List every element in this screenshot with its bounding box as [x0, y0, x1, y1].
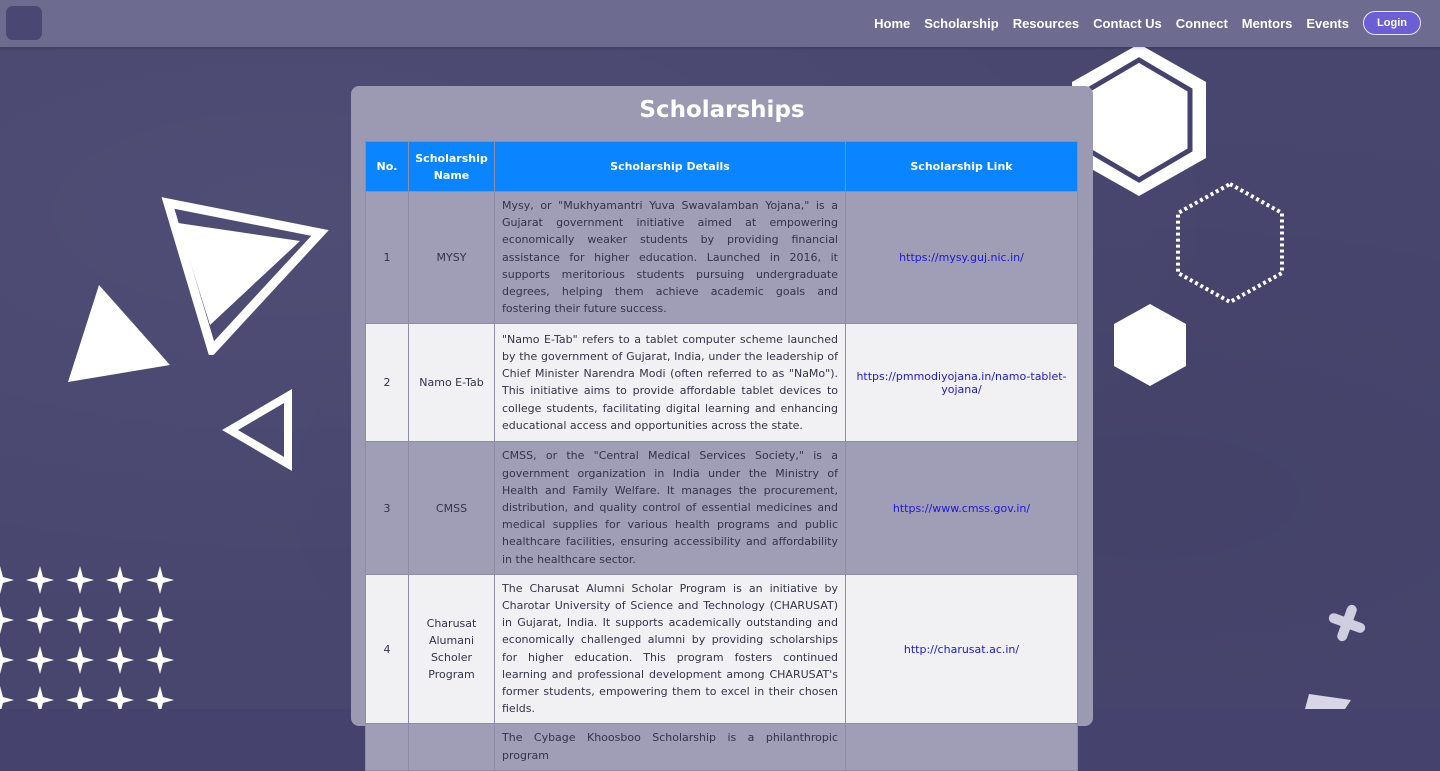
row-number: 3: [365, 441, 409, 575]
nav-mentors-link[interactable]: Mentors: [1242, 16, 1293, 31]
scholarship-name: Namo E-Tab: [408, 323, 495, 443]
header-no: No.: [365, 141, 409, 192]
scholarship-link[interactable]: http://charusat.ac.in/: [904, 643, 1019, 656]
scholarship-name: [408, 723, 495, 771]
hexagon-dotted-decoration: [1176, 181, 1284, 305]
logo[interactable]: [6, 6, 42, 40]
scholarship-link-cell: https://mysy.guj.nic.in/: [845, 190, 1078, 325]
scholarship-link[interactable]: https://www.cmss.gov.in/: [893, 502, 1030, 515]
hexagon-small-decoration: [1114, 304, 1186, 386]
nav-contact-us-link[interactable]: Contact Us: [1093, 16, 1162, 31]
nav-connect-link[interactable]: Connect: [1176, 16, 1228, 31]
scholarship-details: CMSS, or the "Central Medical Services S…: [494, 441, 846, 575]
scholarship-details: The Charusat Alumni Scholar Program is a…: [494, 573, 846, 725]
top-navbar: Home Scholarship Resources Contact Us Co…: [0, 0, 1440, 47]
stars-pattern-decoration: [0, 566, 174, 709]
scholarship-link[interactable]: https://mysy.guj.nic.in/: [899, 251, 1024, 264]
header-link: Scholarship Link: [845, 141, 1078, 192]
nav-home-link[interactable]: Home: [874, 16, 910, 31]
table-row: 4 Charusat Alumani Scholer Program The C…: [365, 573, 1078, 725]
header-details: Scholarship Details: [494, 141, 846, 192]
table-row: 3 CMSS CMSS, or the "Central Medical Ser…: [365, 441, 1078, 575]
row-number: 4: [365, 573, 409, 725]
nav-events-link[interactable]: Events: [1306, 16, 1349, 31]
row-number: 2: [365, 323, 409, 443]
scholarship-details: Mysy, or "Mukhyamantri Yuva Swavalamban …: [494, 190, 846, 325]
scholarships-table: No. Scholarship Name Scholarship Details…: [365, 141, 1078, 771]
partial-shape-decoration: [1305, 694, 1351, 709]
scholarship-link-cell: https://pmmodiyojana.in/namo-tablet-yoja…: [845, 323, 1078, 443]
triangle-outline-decoration: [161, 197, 329, 355]
scholarship-name: CMSS: [408, 441, 495, 575]
row-number: [365, 723, 409, 771]
nav-resources-link[interactable]: Resources: [1013, 16, 1079, 31]
login-button[interactable]: Login: [1363, 11, 1421, 35]
cross-decoration: [1328, 604, 1366, 642]
scholarship-link-cell: http://charusat.ac.in/: [845, 573, 1078, 725]
page-title: Scholarships: [639, 97, 805, 123]
scholarship-details: The Cybage Khoosboo Scholarship is a phi…: [494, 723, 846, 771]
nav-scholarship-link[interactable]: Scholarship: [924, 16, 998, 31]
header-name: Scholarship Name: [408, 141, 495, 192]
triangle-small-outline-decoration: [222, 389, 292, 471]
scholarship-link-cell: [845, 723, 1078, 771]
nav-links: Home Scholarship Resources Contact Us Co…: [874, 0, 1349, 47]
table-header-row: No. Scholarship Name Scholarship Details…: [365, 141, 1078, 192]
scholarship-link-cell: https://www.cmss.gov.in/: [845, 441, 1078, 575]
scholarship-details: "Namo E-Tab" refers to a tablet computer…: [494, 323, 846, 443]
table-row: 2 Namo E-Tab "Namo E-Tab" refers to a ta…: [365, 323, 1078, 443]
scholarship-name: Charusat Alumani Scholer Program: [408, 573, 495, 725]
table-row: 1 MYSY Mysy, or "Mukhyamantri Yuva Swava…: [365, 190, 1078, 325]
scholarship-link[interactable]: https://pmmodiyojana.in/namo-tablet-yoja…: [856, 370, 1066, 396]
triangle-solid-decoration: [68, 285, 170, 382]
scholarship-name: MYSY: [408, 190, 495, 325]
table-row: The Cybage Khoosboo Scholarship is a phi…: [365, 723, 1078, 771]
row-number: 1: [365, 190, 409, 325]
